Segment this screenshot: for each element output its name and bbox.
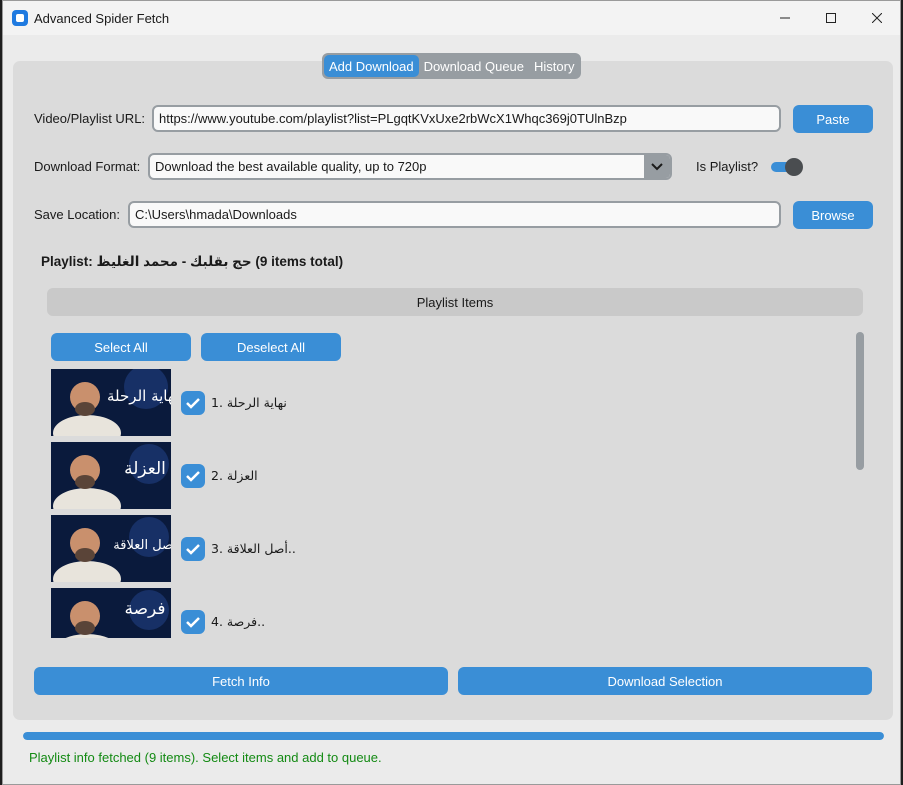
video-thumbnail: العزلة xyxy=(51,442,171,509)
playlist-title-text: Playlist: حج بقلبك - محمد الغليظ (9 item… xyxy=(41,254,344,269)
tab-download-queue[interactable]: Download Queue xyxy=(419,55,529,77)
thumbnail-text: نهاية الرحلة xyxy=(107,387,171,405)
app-icon xyxy=(12,10,28,26)
format-label: Download Format: xyxy=(34,159,141,174)
item-checkbox[interactable] xyxy=(181,610,205,634)
save-location-input[interactable]: C:\Users\hmada\Downloads xyxy=(128,201,781,228)
browse-button[interactable]: Browse xyxy=(793,201,873,229)
playlist-title: Playlist: حج بقلبك - محمد الغليظ (9 item… xyxy=(41,254,343,270)
select-all-button[interactable]: Select All xyxy=(51,333,191,361)
playlist-item[interactable]: فرصة 4. فرصة.. xyxy=(51,588,351,638)
is-playlist-toggle[interactable] xyxy=(769,158,803,176)
paste-button[interactable]: Paste xyxy=(793,105,873,133)
maximize-icon[interactable] xyxy=(808,1,854,35)
thumbnail-text: العزلة xyxy=(124,459,166,479)
close-icon[interactable] xyxy=(854,1,900,35)
checkmark-icon xyxy=(186,398,200,409)
tab-history[interactable]: History xyxy=(529,55,579,77)
url-label: Video/Playlist URL: xyxy=(34,111,146,126)
item-checkbox[interactable] xyxy=(181,537,205,561)
save-location-label: Save Location: xyxy=(34,207,121,222)
minimize-icon[interactable] xyxy=(762,1,808,35)
item-title: 4. فرصة.. xyxy=(211,614,266,629)
checkmark-icon xyxy=(186,617,200,628)
progress-fill xyxy=(23,732,884,740)
item-checkbox[interactable] xyxy=(181,464,205,488)
video-thumbnail: نهاية الرحلة xyxy=(51,369,171,436)
url-input[interactable]: https://www.youtube.com/playlist?list=PL… xyxy=(152,105,781,132)
item-title: 1. نهاية الرحلة xyxy=(211,395,287,410)
video-thumbnail: فرصة xyxy=(51,588,171,638)
item-title: 2. العزلة xyxy=(211,468,258,483)
item-title: 3. أصل العلاقة.. xyxy=(211,541,296,556)
thumbnail-text: فرصة xyxy=(124,599,165,619)
is-playlist-label: Is Playlist? xyxy=(696,159,759,174)
playlist-items-header: Playlist Items xyxy=(47,288,863,316)
format-dropdown[interactable]: Download the best available quality, up … xyxy=(148,153,672,180)
tab-add-download[interactable]: Add Download xyxy=(324,55,419,77)
playlist-item[interactable]: نهاية الرحلة 1. نهاية الرحلة xyxy=(51,369,351,436)
status-message: Playlist info fetched (9 items). Select … xyxy=(29,750,382,765)
item-checkbox[interactable] xyxy=(181,391,205,415)
download-selection-button[interactable]: Download Selection xyxy=(458,667,872,695)
checkmark-icon xyxy=(186,471,200,482)
playlist-scrollbar[interactable] xyxy=(856,332,864,470)
fetch-info-button[interactable]: Fetch Info xyxy=(34,667,448,695)
playlist-item[interactable]: أصل العلاقة 3. أصل العلاقة.. xyxy=(51,515,351,582)
toggle-knob xyxy=(785,158,803,176)
playlist-item[interactable]: العزلة 2. العزلة xyxy=(51,442,351,509)
tab-bar: Add Download Download Queue History xyxy=(322,53,582,79)
app-window: Advanced Spider Fetch Add Download Downl… xyxy=(2,0,901,785)
checkmark-icon xyxy=(186,544,200,555)
format-selected: Download the best available quality, up … xyxy=(155,159,427,174)
deselect-all-button[interactable]: Deselect All xyxy=(201,333,341,361)
progress-bar xyxy=(23,732,884,740)
title-bar[interactable]: Advanced Spider Fetch xyxy=(3,1,900,35)
playlist-scroll-area[interactable]: Select All Deselect All نهاية الرحلة 1. … xyxy=(47,326,863,638)
window-controls xyxy=(762,1,900,35)
video-thumbnail: أصل العلاقة xyxy=(51,515,171,582)
thumbnail-text: أصل العلاقة xyxy=(113,536,171,553)
chevron-down-icon[interactable] xyxy=(644,155,670,178)
window-title: Advanced Spider Fetch xyxy=(34,10,170,26)
